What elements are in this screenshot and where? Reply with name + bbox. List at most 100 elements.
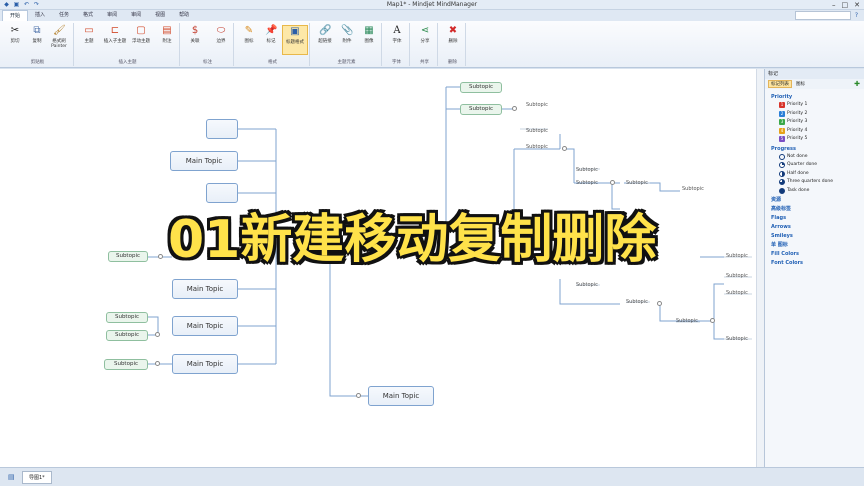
section-font-colors[interactable]: Font Colors	[771, 260, 864, 267]
subtopic-right-1[interactable]: Subtopic	[460, 82, 502, 93]
marker-progress-75[interactable]: Three quarters done	[771, 178, 864, 187]
delete-x-icon: ✖	[448, 25, 458, 36]
expand-toggle[interactable]	[356, 393, 361, 398]
subtopic-right-2[interactable]: Subtopic	[460, 104, 502, 115]
subtopic-floating-4[interactable]: Subtopic	[576, 167, 598, 173]
section-arrows[interactable]: Arrows	[771, 224, 864, 231]
close-icon[interactable]: ✕	[854, 0, 860, 10]
group-insert-topic: ▭ 主题 ⊏ 插入子主题 ▢ 浮动主题 ▤ 附注 插入主题	[76, 23, 180, 66]
main-topic-4[interactable]: Main Topic	[172, 354, 238, 374]
subtopic-floating-6[interactable]: Subtopic	[626, 180, 648, 186]
subtopic-floating-12[interactable]: Subtopic	[726, 273, 748, 279]
document-tab[interactable]: 导图1*	[22, 471, 52, 484]
section-flags[interactable]: Flags	[771, 215, 864, 222]
section-advanced-tags[interactable]: 高级标签	[771, 206, 864, 213]
section-resources[interactable]: 资源	[771, 197, 864, 204]
add-marker-icon[interactable]: ✚	[854, 80, 860, 88]
tab-home[interactable]: 开始	[2, 10, 29, 21]
marker-progress-25[interactable]: Quarter done	[771, 161, 864, 170]
expand-toggle[interactable]	[155, 332, 160, 337]
tab-insert[interactable]: 插入	[28, 10, 52, 21]
subtopic-floating-8[interactable]: Subtopic	[576, 282, 598, 288]
subtopic-floating-9[interactable]: Subtopic	[626, 299, 648, 305]
empty-topic-2[interactable]	[206, 183, 238, 203]
font-button[interactable]: A 字体	[384, 25, 410, 44]
format-painter-button[interactable]: 🖌 格式刷 Painter	[46, 25, 72, 49]
boundary-icon: ⬭	[216, 25, 226, 36]
expand-toggle[interactable]	[512, 106, 517, 111]
tab-format[interactable]: 格式	[76, 10, 100, 21]
subtopic-floating-14[interactable]: Subtopic	[726, 336, 748, 342]
subtopic-floating-2[interactable]: Subtopic	[526, 128, 548, 134]
notes-button[interactable]: ▤ 附注	[154, 25, 180, 44]
marker-priority-1[interactable]: 1 Priority 1	[771, 101, 864, 110]
main-topic-3[interactable]: Main Topic	[172, 316, 238, 336]
tab-review-2[interactable]: 审阅	[124, 10, 148, 21]
expand-toggle[interactable]	[562, 146, 567, 151]
subtopic-left-3[interactable]: Subtopic	[106, 330, 148, 341]
tab-task[interactable]: 任务	[52, 10, 76, 21]
subtopic-floating-13[interactable]: Subtopic	[726, 290, 748, 296]
relationship-button[interactable]: $ 关联	[182, 25, 208, 44]
subtopic-floating-11[interactable]: Subtopic	[726, 253, 748, 259]
tags-button[interactable]: 📌 标记	[258, 25, 284, 44]
floating-topic-icon: ▢	[136, 25, 146, 36]
help-search-input[interactable]	[794, 11, 851, 20]
minimize-icon[interactable]: –	[832, 0, 836, 10]
section-priority[interactable]: Priority	[771, 94, 864, 101]
main-topic-5[interactable]: Main Topic	[368, 386, 434, 406]
subtopic-button[interactable]: ⊏ 插入子主题	[102, 25, 128, 44]
help-area: ?	[794, 11, 858, 20]
marker-progress-0[interactable]: Not done	[771, 153, 864, 162]
maximize-icon[interactable]: □	[842, 0, 849, 10]
marker-priority-3[interactable]: 3 Priority 3	[771, 118, 864, 127]
vertical-scrollbar[interactable]	[756, 69, 764, 467]
subtopic-left-4[interactable]: Subtopic	[104, 359, 148, 370]
tab-view[interactable]: 视图	[148, 10, 172, 21]
subtopic-floating-1[interactable]: Subtopic	[526, 102, 548, 108]
empty-topic-1[interactable]	[206, 119, 238, 139]
marker-progress-100[interactable]: Task done	[771, 187, 864, 196]
main-topic-2[interactable]: Main Topic	[172, 279, 238, 299]
share-button[interactable]: ⋖ 分享	[412, 25, 438, 44]
marker-priority-2[interactable]: 2 Priority 2	[771, 110, 864, 119]
title-format-button[interactable]: ▣ 标题格式	[282, 25, 308, 55]
expand-toggle[interactable]	[610, 180, 615, 185]
tab-help[interactable]: 帮助	[172, 10, 196, 21]
tab-icons[interactable]: 图标	[794, 81, 807, 87]
font-icon: A	[393, 25, 401, 36]
topic-button[interactable]: ▭ 主题	[76, 25, 102, 44]
expand-toggle[interactable]	[155, 361, 160, 366]
subtopic-left-1[interactable]: Subtopic	[108, 251, 148, 262]
subtopic-floating-3[interactable]: Subtopic	[526, 144, 548, 150]
marker-priority-5[interactable]: 5 Priority 5	[771, 135, 864, 144]
expand-toggle[interactable]	[158, 254, 163, 259]
group-topic-elements: 🔗 超链接 📎 附件 ▦ 图像 主题元素	[312, 23, 382, 66]
help-icon[interactable]: ?	[855, 12, 858, 19]
floating-topic-button[interactable]: ▢ 浮动主题	[128, 25, 154, 44]
tab-marker-list[interactable]: 标记列表	[768, 80, 792, 88]
marker-list: Priority 1 Priority 1 2 Priority 2 3 Priori…	[765, 89, 864, 267]
expand-toggle[interactable]	[657, 301, 662, 306]
subtopic-floating-5[interactable]: Subtopic	[576, 180, 598, 186]
image-button[interactable]: ▦ 图像	[356, 25, 382, 44]
progress-half-icon	[779, 170, 785, 177]
marker-progress-50[interactable]: Half done	[771, 170, 864, 179]
section-fill-colors[interactable]: Fill Colors	[771, 251, 864, 258]
priority-5-icon: 5	[779, 136, 785, 143]
expand-toggle[interactable]	[710, 318, 715, 323]
subtopic-floating-10[interactable]: Subtopic	[676, 318, 698, 324]
boundary-button[interactable]: ⬭ 边界	[208, 25, 234, 44]
subtopic-floating-7[interactable]: Subtopic	[682, 186, 704, 192]
section-progress[interactable]: Progress	[771, 146, 864, 153]
delete-button[interactable]: ✖ 删除	[440, 25, 466, 44]
link-icon: 🔗	[319, 25, 332, 36]
section-smileys[interactable]: Smileys	[771, 233, 864, 240]
format-icon: ▣	[290, 26, 300, 37]
main-topic-1[interactable]: Main Topic	[170, 151, 238, 171]
section-single-icons[interactable]: 单 图标	[771, 242, 864, 249]
panel-title: 标记	[765, 69, 864, 79]
marker-priority-4[interactable]: 4 Priority 4	[771, 127, 864, 136]
tab-review[interactable]: 审阅	[100, 10, 124, 21]
subtopic-left-2[interactable]: Subtopic	[106, 312, 148, 323]
